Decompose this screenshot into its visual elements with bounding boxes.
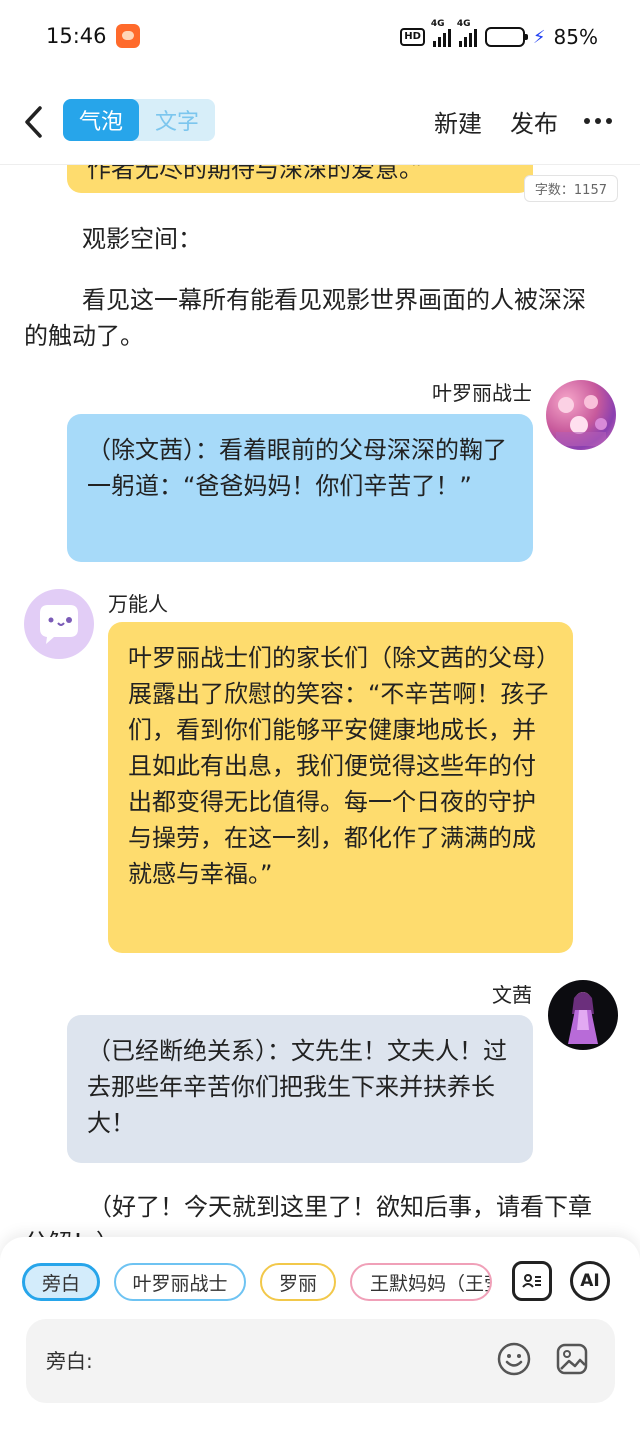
role-chip[interactable]: 王默妈妈（王莹）: [350, 1263, 492, 1301]
status-time: 15:46: [46, 24, 107, 48]
tab-bubble[interactable]: 气泡: [63, 99, 139, 141]
editor-toolbar: 气泡 文字 新建 发布: [0, 90, 640, 154]
story-content: 作者无尽的期待与深深的爱意。” 字数：1157 观影空间： 看见这一幕所有能看见…: [0, 165, 640, 1240]
chat-bubble-face-icon: [40, 605, 78, 644]
battery-icon: [484, 27, 528, 47]
narration-text[interactable]: 观影空间：: [24, 221, 599, 257]
tab-text[interactable]: 文字: [139, 99, 215, 141]
role-chip[interactable]: 叶罗丽战士: [114, 1263, 246, 1301]
dialogue-input[interactable]: 旁白:: [26, 1319, 615, 1403]
status-indicators: HD 4G 4G ⚡ 85%: [400, 19, 598, 50]
message-text: 叶罗丽战士们的家长们（除文茜的父母）展露出了欣慰的笑容：“不辛苦啊！孩子们，看到…: [128, 644, 549, 888]
signal-icon-2: 4G: [457, 19, 477, 47]
avatar[interactable]: [24, 589, 94, 659]
avatar[interactable]: [546, 380, 616, 450]
message-text: 作者无尽的期待与深深的爱意。”: [87, 165, 424, 183]
chevron-left-icon[interactable]: [22, 104, 46, 140]
message-bubble[interactable]: （已经断绝关系）：文先生！文夫人！过去那些年辛苦你们把我生下来并扶养长大！: [67, 1015, 533, 1163]
speaker-name: 万能人: [108, 592, 168, 616]
emoji-icon[interactable]: [496, 1341, 532, 1377]
speaker-name: 叶罗丽战士: [432, 381, 532, 405]
message-bubble[interactable]: 叶罗丽战士们的家长们（除文茜的父母）展露出了欣慰的笑容：“不辛苦啊！孩子们，看到…: [108, 622, 573, 953]
publish-button[interactable]: 发布: [510, 104, 558, 139]
character-portrait-icon: [568, 992, 598, 1044]
avatar-image-icon: [556, 395, 607, 446]
narration-text[interactable]: 看见这一幕所有能看见观影世界画面的人被深深的触动了。: [24, 282, 599, 354]
app-notification-icon: [116, 24, 140, 48]
speaker-name: 文茜: [492, 983, 532, 1007]
role-chip-narrator[interactable]: 旁白: [22, 1263, 100, 1301]
more-horizontal-icon[interactable]: [584, 118, 612, 124]
new-button[interactable]: 新建: [434, 104, 482, 139]
signal-icon: 4G: [431, 19, 451, 47]
input-role-label: 旁白:: [46, 1349, 93, 1373]
bolt-icon: ⚡: [532, 26, 546, 48]
battery-percent: 85%: [553, 25, 598, 49]
message-bubble[interactable]: 作者无尽的期待与深深的爱意。”: [67, 165, 533, 193]
word-count-badge: 字数：1157: [523, 175, 618, 202]
message-text: （除文茜）：看着眼前的父母深深的鞠了一躬道：“爸爸妈妈！你们辛苦了！”: [87, 436, 507, 500]
hd-icon: HD: [400, 28, 425, 46]
mode-toggle: 气泡 文字: [63, 99, 215, 141]
input-panel: 旁白 叶罗丽战士 罗丽 王默妈妈（王莹） AI 旁白:: [0, 1237, 640, 1429]
role-chip[interactable]: 罗丽: [260, 1263, 336, 1301]
narration-text[interactable]: （好了！今天就到这里了！欲知后事，请看下章分解！）: [24, 1189, 599, 1240]
message-bubble[interactable]: （除文茜）：看着眼前的父母深深的鞠了一躬道：“爸爸妈妈！你们辛苦了！”: [67, 414, 533, 562]
message-text: （已经断绝关系）：文先生！文夫人！过去那些年辛苦你们把我生下来并扶养长大！: [87, 1037, 507, 1137]
role-card-icon[interactable]: [512, 1261, 552, 1301]
avatar[interactable]: [548, 980, 618, 1050]
status-bar: 15:46 HD 4G 4G ⚡ 85%: [0, 0, 640, 72]
ai-button[interactable]: AI: [570, 1261, 610, 1301]
image-icon[interactable]: [554, 1341, 590, 1377]
